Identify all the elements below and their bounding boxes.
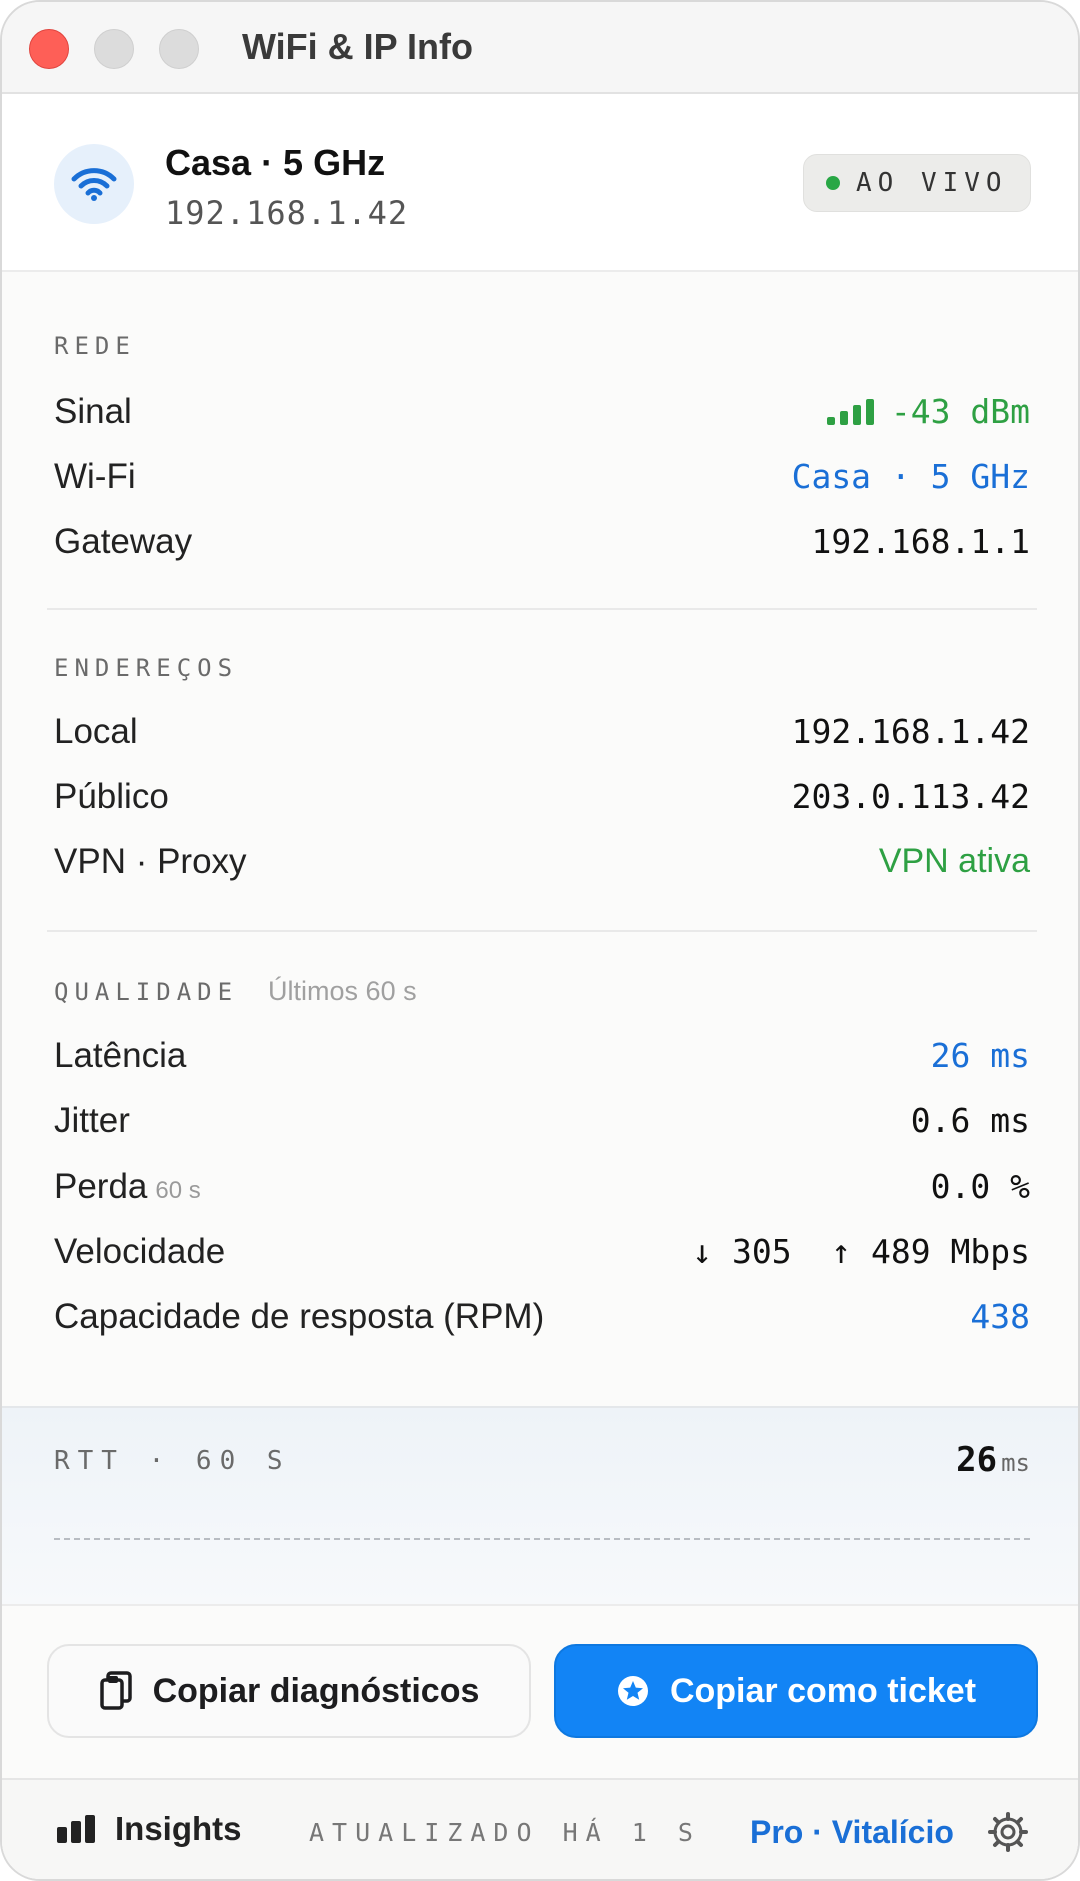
clipboard-icon	[99, 1671, 133, 1711]
row-value: 0.0 %	[930, 1167, 1030, 1206]
section-subtitle: Últimos 60 s	[268, 976, 417, 1006]
row-value: 203.0.113.42	[791, 777, 1030, 816]
row-sinal: Sinal -43 dBm	[54, 392, 1030, 442]
main-panel: Casa · 5 GHz 192.168.1.42 AO VIVO REDE S…	[2, 94, 1078, 1879]
vpn-status: VPN ativa	[878, 842, 1030, 880]
row-jitter: Jitter 0.6 ms	[54, 1101, 1030, 1151]
row-perda: Perda 60 s 0.0 %	[54, 1167, 1030, 1217]
divider	[47, 930, 1037, 932]
network-name: Casa · 5 GHz	[165, 142, 386, 183]
rtt-current: 26 ms	[956, 1440, 1030, 1480]
divider	[47, 608, 1037, 610]
row-label: Local	[54, 712, 138, 751]
rtt-baseline	[54, 1538, 1030, 1540]
copy-diagnostics-button[interactable]: Copiar diagnósticos	[47, 1644, 531, 1738]
row-label: VPN · Proxy	[54, 842, 247, 881]
live-dot-icon	[826, 176, 840, 190]
section-title-rede: REDE	[54, 332, 136, 360]
row-wifi: Wi-Fi Casa · 5 GHz	[54, 457, 1030, 507]
row-velocidade: Velocidade ↓ 305 ↑ 489 Mbps	[54, 1232, 1030, 1282]
row-label: Velocidade	[54, 1232, 226, 1271]
row-label: Latência	[54, 1036, 187, 1075]
row-value: 192.168.1.42	[791, 712, 1030, 751]
zoom-button[interactable]	[159, 29, 199, 69]
row-hint: 60 s	[155, 1177, 201, 1204]
rtt-chart: RTT · 60 S 26 ms	[2, 1406, 1078, 1606]
row-latencia: Latência 26 ms	[54, 1036, 1030, 1086]
copy-ticket-button[interactable]: Copiar como ticket	[554, 1644, 1038, 1738]
gear-icon[interactable]	[988, 1812, 1028, 1857]
row-label: Gateway	[54, 522, 193, 561]
row-label: Sinal	[54, 392, 132, 431]
chart-bars-icon	[57, 1815, 95, 1843]
row-value: 192.168.1.1	[811, 522, 1030, 561]
app-window: WiFi & IP Info Casa · 5 GHz 192.168.1.42…	[0, 0, 1080, 1881]
wifi-network-link[interactable]: Casa · 5 GHz	[792, 457, 1030, 496]
wifi-icon	[54, 144, 134, 224]
row-gateway: Gateway 192.168.1.1	[54, 522, 1030, 572]
row-label: Público	[54, 777, 169, 816]
insights-button[interactable]: Insights	[57, 1810, 242, 1848]
live-badge-label: AO VIVO	[856, 168, 1008, 198]
close-button[interactable]	[29, 29, 69, 69]
speed-value: ↓ 305 ↑ 489 Mbps	[692, 1232, 1030, 1271]
section-title-qualidade: QUALIDADE Últimos 60 s	[54, 976, 417, 1006]
row-label: Wi-Fi	[54, 457, 136, 496]
section-title-enderecos: ENDEREÇOS	[54, 654, 239, 682]
row-local: Local 192.168.1.42	[54, 712, 1030, 762]
star-badge-icon	[616, 1674, 650, 1708]
rtt-label: RTT · 60 S	[54, 1446, 291, 1476]
row-publico: Público 203.0.113.42	[54, 777, 1030, 827]
minimize-button[interactable]	[94, 29, 134, 69]
rpm-value[interactable]: 438	[970, 1297, 1030, 1336]
window-title: WiFi & IP Info	[242, 26, 473, 67]
row-rpm: Capacidade de resposta (RPM) 438	[54, 1297, 1030, 1347]
footer-bar: Insights ATUALIZADO HÁ 1 S Pro · Vitalíc…	[2, 1778, 1078, 1879]
last-updated: ATUALIZADO HÁ 1 S	[309, 1818, 701, 1847]
row-value: -43 dBm	[826, 392, 1030, 431]
title-bar[interactable]: WiFi & IP Info	[2, 2, 1078, 94]
row-label: Perda 60 s	[54, 1167, 201, 1206]
row-label: Jitter	[54, 1101, 130, 1140]
row-vpn-proxy: VPN · Proxy VPN ativa	[54, 842, 1030, 892]
network-ip: 192.168.1.42	[165, 194, 409, 232]
live-badge: AO VIVO	[803, 154, 1031, 212]
signal-bars-icon	[826, 399, 874, 425]
network-header: Casa · 5 GHz 192.168.1.42 AO VIVO	[2, 94, 1078, 272]
row-value: 0.6 ms	[910, 1101, 1030, 1140]
latency-value[interactable]: 26 ms	[931, 1036, 1030, 1075]
row-label: Capacidade de resposta (RPM)	[54, 1297, 545, 1336]
plan-link[interactable]: Pro · Vitalício	[750, 1814, 954, 1851]
